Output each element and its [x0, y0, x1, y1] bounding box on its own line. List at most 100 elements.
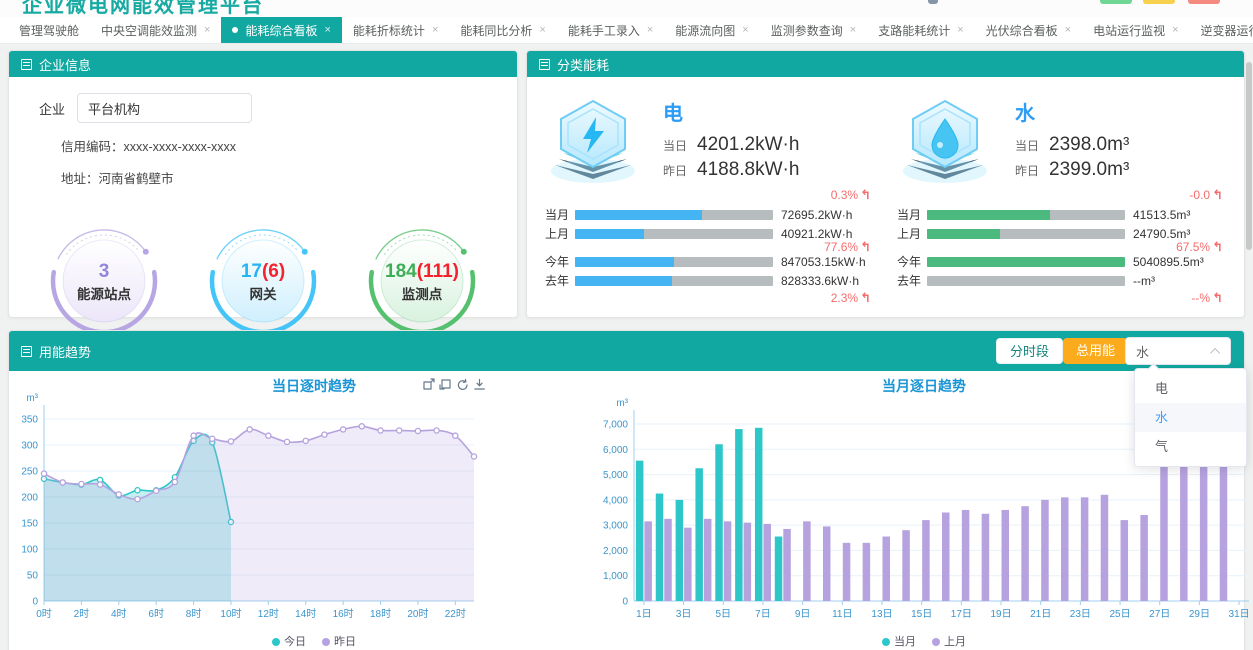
tab-逆变器运行监视[interactable]: 逆变器运行监视× [1190, 17, 1253, 43]
yellow-badge[interactable] [1143, 0, 1175, 4]
energy-type-select[interactable]: 水 [1125, 337, 1231, 365]
scrollbar-thumb[interactable] [1246, 62, 1252, 250]
tab-监测参数查询[interactable]: 监测参数查询 × [760, 17, 867, 43]
svg-text:27日: 27日 [1149, 609, 1170, 620]
svg-text:1,000: 1,000 [603, 571, 628, 582]
svg-text:5日: 5日 [715, 609, 731, 620]
tab-label: 电站运行监视 [1093, 22, 1165, 39]
panel-title: 用能趋势 [39, 342, 91, 361]
company-input[interactable] [77, 93, 252, 123]
total-energy-button[interactable]: 总用能 [1063, 338, 1128, 364]
legend-item-上月[interactable]: 上月 [932, 633, 966, 649]
red-badge[interactable] [1188, 0, 1220, 4]
energy-type-name: 水 [1015, 97, 1129, 126]
bar-label: 去年 [545, 272, 575, 289]
tab-管理驾驶舱[interactable]: 管理驾驶舱 [8, 17, 90, 43]
app-title: 企业微电网能效管理平台 [22, 0, 264, 18]
category-head: 水当日2398.0m³昨日2399.0m³ [897, 95, 1223, 187]
restore-icon[interactable] [439, 378, 452, 391]
close-icon[interactable]: × [850, 25, 856, 36]
select-value: 水 [1136, 342, 1149, 361]
svg-text:m³: m³ [26, 393, 38, 404]
bar-track [927, 210, 1125, 220]
enterprise-panel-header: 企业信息 [9, 51, 517, 77]
bar-fill [927, 257, 1125, 267]
tab-label: 监测参数查询 [771, 22, 843, 39]
app-header: 企业微电网能效管理平台 [0, 0, 1253, 17]
category-section-水: 水当日2398.0m³昨日2399.0m³-0.0↰当月41513.5m³上月2… [885, 81, 1237, 306]
dropdown-option-电[interactable]: 电 [1135, 374, 1246, 403]
legend-item-昨日[interactable]: 昨日 [322, 633, 356, 649]
kpi-value: 2399.0m³ [1049, 159, 1129, 181]
tab-支路能耗统计[interactable]: 支路能耗统计× [867, 17, 974, 43]
notification-icon[interactable] [928, 0, 938, 4]
svg-text:2,000: 2,000 [603, 546, 628, 557]
tab-能耗手工录入[interactable]: 能耗手工录入× [557, 17, 664, 43]
bar-label: 今年 [897, 253, 927, 270]
tab-bar: 管理驾驶舱中央空调能效监测×能耗综合看板×能耗折标统计×能耗同比分析×能耗手工录… [0, 17, 1253, 44]
svg-text:1日: 1日 [636, 609, 652, 620]
svg-text:250: 250 [21, 467, 38, 478]
svg-text:16时: 16时 [333, 608, 354, 620]
tab-能源流向图[interactable]: 能源流向图× [664, 17, 759, 43]
tab-中央空调能效监测[interactable]: 中央空调能效监测× [90, 17, 221, 43]
close-icon[interactable]: × [742, 25, 748, 36]
kpi-label: 当日 [663, 137, 697, 154]
comparison-bars: 当月41513.5m³上月24790.5m³67.5%↰今年5040895.5m… [897, 205, 1223, 306]
close-icon[interactable]: × [204, 25, 210, 36]
credit-code-text: 信用编码：xxxx-xxxx-xxxx-xxxx [61, 136, 517, 155]
tab-电站运行监视[interactable]: 电站运行监视 × [1082, 17, 1189, 43]
gauge-监测点: 184(111)监测点 [366, 225, 478, 340]
close-icon[interactable]: × [432, 25, 438, 36]
green-badge[interactable] [1100, 0, 1132, 4]
svg-text:29日: 29日 [1189, 609, 1210, 620]
tab-光伏综合看板[interactable]: 光伏综合看板 × [975, 17, 1082, 43]
svg-text:0: 0 [32, 597, 38, 608]
svg-text:3,000: 3,000 [603, 521, 628, 532]
kpi-block: 电当日4201.2kW·h昨日4188.8kW·h [663, 95, 799, 187]
bar-track [575, 229, 773, 239]
time-segment-button[interactable]: 分时段 [996, 338, 1063, 364]
tab-能耗同比分析[interactable]: 能耗同比分析× [449, 17, 556, 43]
dropdown-option-水[interactable]: 水 [1135, 403, 1246, 432]
category-head: 电当日4201.2kW·h昨日4188.8kW·h [545, 95, 871, 187]
svg-text:14时: 14时 [295, 608, 316, 620]
bar-row-去年: 去年--m³ [897, 271, 1223, 290]
gauge-能源站点: 3能源站点 [48, 225, 160, 340]
close-icon[interactable]: × [647, 25, 653, 36]
svg-text:6,000: 6,000 [603, 445, 628, 456]
close-icon[interactable]: × [539, 25, 545, 36]
refresh-icon[interactable] [456, 378, 469, 391]
close-icon[interactable]: × [957, 25, 963, 36]
company-label: 企业 [39, 99, 65, 118]
address-text: 地址：河南省鹤壁市 [61, 168, 517, 187]
bar-label: 上月 [545, 225, 575, 242]
tab-能耗综合看板[interactable]: 能耗综合看板× [221, 17, 341, 43]
page-scrollbar[interactable] [1245, 44, 1253, 650]
dropdown-option-气[interactable]: 气 [1135, 432, 1246, 461]
bar-label: 当月 [545, 206, 575, 223]
tab-label: 光伏综合看板 [986, 22, 1058, 39]
close-icon[interactable]: × [1065, 25, 1071, 36]
tab-能耗折标统计[interactable]: 能耗折标统计× [342, 17, 449, 43]
svg-text:m³: m³ [616, 398, 628, 409]
bar-value: 5040895.5m³ [1133, 255, 1204, 269]
close-icon[interactable]: × [1172, 25, 1178, 36]
legend-item-当月[interactable]: 当月 [882, 633, 916, 649]
bar-fill [575, 276, 672, 286]
svg-text:150: 150 [21, 519, 38, 530]
svg-text:23日: 23日 [1070, 609, 1091, 620]
close-icon[interactable]: × [324, 25, 330, 36]
bar-track [575, 257, 773, 267]
electricity-icon [545, 95, 641, 187]
svg-text:20时: 20时 [407, 608, 428, 620]
zoom-box-icon[interactable] [422, 378, 435, 391]
kpi-row: 当日2398.0m³ [1015, 134, 1129, 156]
svg-text:184(111): 184(111) [385, 261, 459, 282]
bar-label: 当月 [897, 206, 927, 223]
category-panel-header: 分类能耗 [527, 51, 1244, 77]
legend-item-今日[interactable]: 今日 [272, 633, 306, 649]
water-icon [897, 95, 993, 187]
kpi-row: 昨日4188.8kW·h [663, 159, 799, 181]
download-icon[interactable] [473, 378, 486, 391]
